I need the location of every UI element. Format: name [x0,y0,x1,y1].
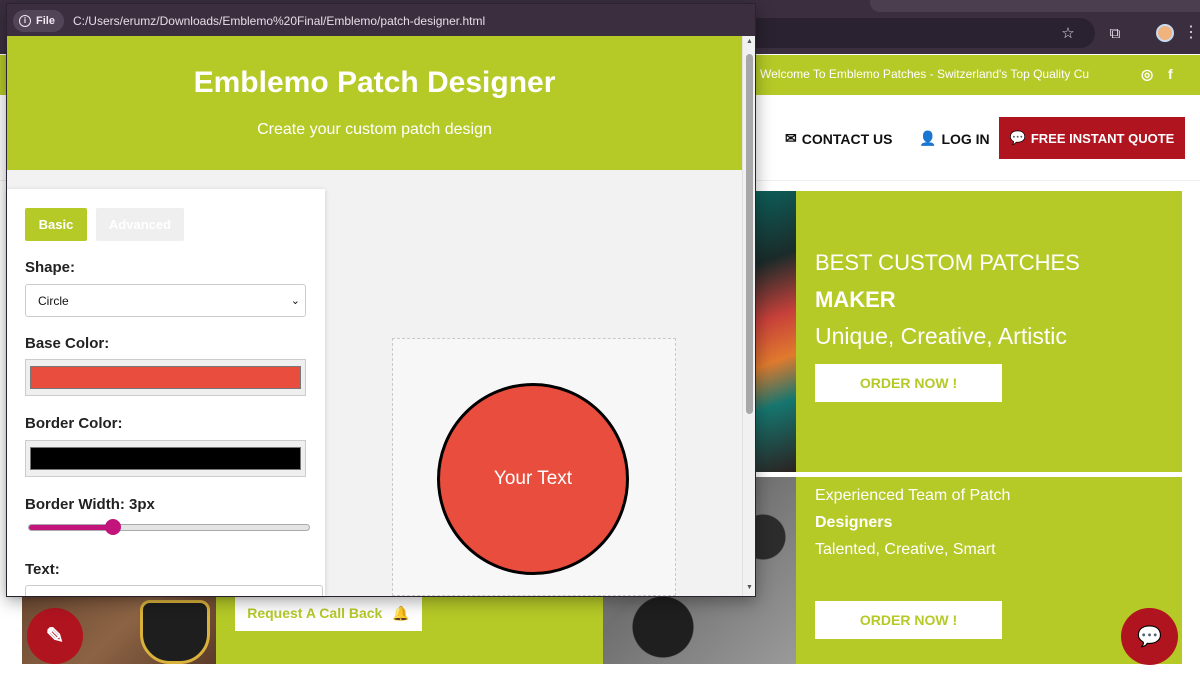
chat-icon[interactable]: 💬 [1121,608,1178,665]
info-icon: i [19,14,31,27]
text-label: Text: [25,561,60,578]
hero-tagline: Unique, Creative, Artistic [815,323,1067,349]
base-color-swatch [30,366,301,389]
popup-url[interactable]: C:/Users/erumz/Downloads/Emblemo%20Final… [73,14,485,28]
file-label: File [36,14,55,27]
site-info-chip[interactable]: i File [13,9,64,32]
designer-header [7,36,742,170]
popup-scrollbar[interactable]: ▲ ▼ [742,36,755,596]
base-color-label: Base Color: [25,335,110,352]
patch-text: Your Text [493,468,573,489]
browser-tab-strip[interactable] [870,0,1200,12]
hero-heading-bold: MAKER [815,287,896,312]
login-label: LOG IN [941,130,990,147]
user-icon: 👤 [919,130,937,146]
tab-advanced[interactable]: Advanced [96,208,184,241]
order-now-button[interactable]: ORDER NOW ! [815,364,1002,402]
login-link[interactable]: 👤 LOG IN [919,130,990,147]
border-width-slider[interactable] [28,524,310,531]
shape-selected-value: Circle [38,293,69,308]
tab-basic[interactable]: Basic [25,208,87,241]
slider-thumb[interactable] [104,519,121,535]
border-color-label: Border Color: [25,415,123,432]
contact-us-link[interactable]: ✉ CONTACT US [785,130,892,147]
team-heading: Experienced Team of Patch [815,487,1011,504]
designer-title: Emblemo Patch Designer [193,66,556,99]
contact-us-label: CONTACT US [801,130,893,147]
design-tool-icon[interactable]: ✎ [27,608,83,664]
hero-heading: BEST CUSTOM PATCHES [815,250,1080,275]
announcement-text: Welcome To Emblemo Patches - Switzerland… [760,67,1090,81]
scroll-down-icon[interactable]: ▼ [745,584,754,591]
scroll-up-icon[interactable]: ▲ [745,38,754,45]
scrollbar-thumb[interactable] [746,54,753,414]
slider-fill [29,525,113,530]
browser-address-bar[interactable] [755,18,1095,48]
star-icon[interactable]: ☆ [1057,22,1079,44]
shape-label: Shape: [25,259,76,276]
team-tagline: Talented, Creative, Smart [815,541,996,558]
base-color-picker[interactable] [25,359,306,396]
facebook-icon[interactable]: f [1168,66,1173,82]
free-quote-label: FREE INSTANT QUOTE [1030,130,1175,146]
border-color-picker[interactable] [25,440,306,477]
shape-select[interactable]: Circle ⌄ [25,284,306,317]
hero-image-patches [755,191,796,472]
chat-bubble-icon: 💬 [1009,130,1026,145]
instagram-icon[interactable]: ◎ [1141,66,1153,83]
bell-icon: 🔔 [392,604,410,621]
puzzle-icon[interactable]: ⧉ [1104,22,1126,44]
request-callback-button[interactable]: Request A Call Back 🔔 [235,595,422,631]
kebab-icon[interactable]: ⋮ [1183,22,1199,44]
profile-avatar[interactable] [1156,24,1174,42]
patch-text-input[interactable] [25,585,323,596]
patch-preview[interactable]: Your Text [437,383,629,575]
popup-address-bar: i File C:/Users/erumz/Downloads/Emblemo%… [7,4,755,37]
request-callback-label: Request A Call Back [247,605,383,621]
designer-subtitle: Create your custom patch design [257,121,492,138]
border-color-swatch [30,447,301,470]
chevron-down-icon: ⌄ [290,295,300,307]
border-width-label: Border Width: 3px [25,496,155,513]
free-quote-button[interactable]: 💬 FREE INSTANT QUOTE [999,117,1185,159]
order-now-button-2[interactable]: ORDER NOW ! [815,601,1002,639]
envelope-icon: ✉ [785,130,797,146]
patch-photo-badge [140,600,210,664]
team-heading-bold: Designers [815,514,893,531]
